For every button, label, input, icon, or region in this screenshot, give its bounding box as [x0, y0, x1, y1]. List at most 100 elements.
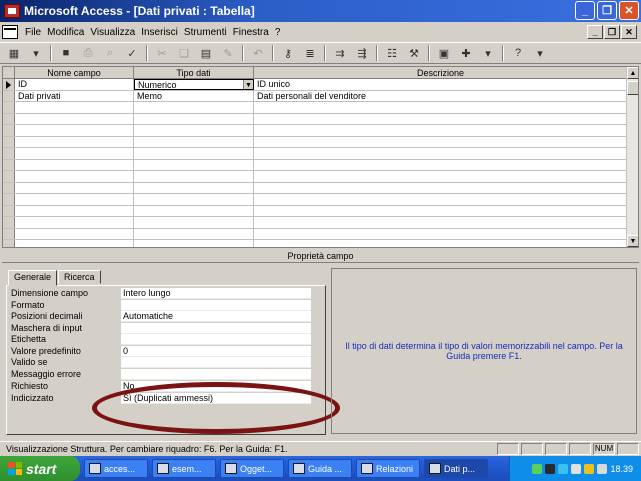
row-selector[interactable] [3, 217, 15, 228]
doc-close-button[interactable]: ✕ [621, 25, 637, 39]
row-selector[interactable] [3, 182, 15, 193]
table-row[interactable] [3, 136, 628, 148]
property-value[interactable] [121, 323, 311, 335]
save-icon[interactable]: ■ [56, 44, 76, 62]
spelling-icon[interactable]: ✓ [122, 44, 142, 62]
field-name-cell[interactable] [15, 205, 134, 216]
table-row[interactable] [3, 102, 628, 114]
menu-file[interactable]: File [22, 27, 44, 38]
table-row[interactable] [3, 240, 628, 247]
description-cell[interactable] [254, 125, 628, 136]
description-cell[interactable] [254, 194, 628, 205]
scroll-thumb[interactable] [627, 81, 638, 95]
description-cell[interactable] [254, 217, 628, 228]
field-name-cell[interactable] [15, 240, 134, 247]
cut-icon[interactable]: ✂ [152, 44, 172, 62]
help-icon[interactable]: ? [508, 44, 528, 62]
volume-icon[interactable] [597, 463, 608, 474]
row-selector[interactable] [3, 102, 15, 113]
data-type-cell[interactable] [134, 217, 254, 228]
menu-visualizza[interactable]: Visualizza [87, 27, 138, 38]
insert-rows-icon[interactable]: ⇉ [330, 44, 350, 62]
property-row[interactable]: Valore predefinito 0 [11, 346, 311, 358]
view-dropdown-icon[interactable]: ▾ [26, 44, 46, 62]
copy-icon[interactable]: ❏ [174, 44, 194, 62]
tray-icon[interactable] [558, 463, 569, 474]
data-type-cell[interactable] [134, 205, 254, 216]
description-cell[interactable] [254, 148, 628, 159]
table-window-icon[interactable] [2, 25, 18, 39]
database-window-icon[interactable]: ▣ [434, 44, 454, 62]
description-cell[interactable] [254, 240, 628, 247]
property-row[interactable]: Dimensione campo Intero lungo [11, 288, 311, 300]
chevron-down-icon[interactable]: ▼ [243, 80, 253, 89]
field-name-cell[interactable] [15, 148, 134, 159]
property-row[interactable]: Formato [11, 300, 311, 312]
field-name-cell[interactable] [15, 102, 134, 113]
description-cell[interactable] [254, 159, 628, 170]
description-cell[interactable] [254, 113, 628, 124]
description-cell[interactable] [254, 228, 628, 239]
table-row[interactable]: ID Numerico ▼ ID unico [3, 79, 628, 91]
field-name-cell[interactable] [15, 171, 134, 182]
property-row[interactable]: Messaggio errore [11, 369, 311, 381]
taskbar-item-active[interactable]: Dati p... [424, 459, 488, 478]
table-row[interactable] [3, 194, 628, 206]
data-type-cell[interactable] [134, 148, 254, 159]
field-name-cell[interactable] [15, 217, 134, 228]
property-row[interactable]: Posizioni decimali Automatiche [11, 311, 311, 323]
table-row[interactable]: Dati privati Memo Dati personali del ven… [3, 90, 628, 102]
taskbar-item[interactable]: Relazioni [356, 459, 420, 478]
data-type-cell[interactable]: Memo [134, 90, 254, 101]
row-selector[interactable] [3, 113, 15, 124]
row-selector[interactable] [3, 194, 15, 205]
start-button[interactable]: start [0, 456, 80, 481]
property-value[interactable]: Automatiche [121, 311, 311, 323]
description-cell[interactable]: Dati personali del venditore [254, 90, 628, 101]
restore-button[interactable]: ❐ [597, 1, 617, 20]
field-name-cell[interactable] [15, 136, 134, 147]
tab-ricerca[interactable]: Ricerca [58, 270, 101, 284]
row-selector[interactable] [3, 159, 15, 170]
data-type-cell[interactable] [134, 240, 254, 247]
vertical-scrollbar[interactable]: ▲ ▼ [626, 67, 638, 247]
tray-icon[interactable] [532, 463, 543, 474]
row-selector[interactable] [3, 228, 15, 239]
data-type-cell[interactable] [134, 102, 254, 113]
indexes-icon[interactable]: ≣ [300, 44, 320, 62]
field-name-cell[interactable]: ID [15, 79, 134, 90]
row-selector-current[interactable] [3, 79, 15, 90]
row-selector[interactable] [3, 136, 15, 147]
help-dropdown-icon[interactable]: ▾ [530, 44, 550, 62]
menu-help[interactable]: ? [272, 27, 284, 38]
table-row[interactable] [3, 205, 628, 217]
menu-inserisci[interactable]: Inserisci [138, 27, 181, 38]
table-row[interactable] [3, 113, 628, 125]
clock[interactable]: 18.39 [610, 464, 633, 474]
menu-modifica[interactable]: Modifica [44, 27, 87, 38]
field-name-cell[interactable] [15, 113, 134, 124]
property-value[interactable] [121, 300, 311, 312]
field-name-cell[interactable] [15, 159, 134, 170]
table-row[interactable] [3, 217, 628, 229]
property-value[interactable]: 0 [121, 346, 311, 358]
scroll-up-icon[interactable]: ▲ [627, 67, 638, 79]
property-row[interactable]: Maschera di input [11, 323, 311, 335]
data-type-cell[interactable] [134, 125, 254, 136]
data-type-cell[interactable] [134, 228, 254, 239]
description-cell[interactable] [254, 136, 628, 147]
table-row[interactable] [3, 171, 628, 183]
data-type-cell[interactable] [134, 171, 254, 182]
field-name-cell[interactable] [15, 228, 134, 239]
taskbar-item[interactable]: Guida ... [288, 459, 352, 478]
field-name-cell[interactable] [15, 194, 134, 205]
paste-icon[interactable]: ▤ [196, 44, 216, 62]
property-value[interactable]: Intero lungo [121, 288, 311, 300]
taskbar-item[interactable]: esem... [152, 459, 216, 478]
menu-finestra[interactable]: Finestra [230, 27, 272, 38]
description-cell[interactable]: ID unico [254, 79, 628, 90]
primary-key-icon[interactable]: ⚷ [278, 44, 298, 62]
data-type-cell[interactable] [134, 194, 254, 205]
taskbar-item[interactable]: acces... [84, 459, 148, 478]
data-type-cell[interactable] [134, 113, 254, 124]
